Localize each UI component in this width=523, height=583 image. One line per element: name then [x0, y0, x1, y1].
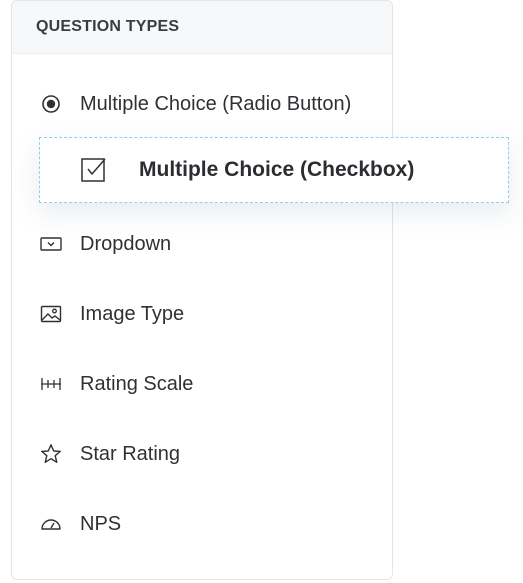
question-types-panel: QUESTION TYPES Multiple Choice (Radio Bu…: [11, 0, 393, 580]
panel-header: QUESTION TYPES: [12, 1, 392, 54]
question-type-dropdown[interactable]: Dropdown: [12, 222, 392, 266]
question-type-radio-button[interactable]: Multiple Choice (Radio Button): [12, 82, 392, 126]
question-type-label: Multiple Choice (Radio Button): [80, 92, 352, 115]
question-type-image[interactable]: Image Type: [12, 292, 392, 336]
dragged-item-label: Multiple Choice (Checkbox): [139, 158, 415, 181]
question-type-nps[interactable]: NPS: [12, 502, 392, 546]
gauge-icon: [40, 513, 62, 535]
dropdown-icon: [40, 233, 62, 255]
question-type-label: Dropdown: [80, 232, 172, 255]
question-type-star-rating[interactable]: Star Rating: [12, 432, 392, 476]
radio-button-icon: [40, 93, 62, 115]
question-type-label: Image Type: [80, 302, 185, 325]
panel-title: QUESTION TYPES: [36, 18, 180, 35]
question-type-label: Rating Scale: [80, 372, 194, 395]
dragged-question-type-checkbox[interactable]: Multiple Choice (Checkbox): [39, 137, 509, 203]
star-icon: [40, 443, 62, 465]
question-type-label: NPS: [80, 512, 122, 535]
question-type-rating-scale[interactable]: Rating Scale: [12, 362, 392, 406]
rating-scale-icon: [40, 373, 62, 395]
image-icon: [40, 303, 62, 325]
checkbox-icon: [80, 156, 108, 184]
question-type-label: Star Rating: [80, 442, 181, 465]
